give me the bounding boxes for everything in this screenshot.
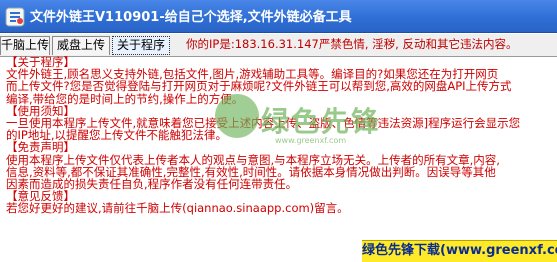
- disclaimer-text-line: 因素而造成的损失责任自负,程序作者没有任何连带责任。: [6, 177, 298, 192]
- feedback-text-line: 若您好更好的建议,请前往千脑上传(qiannao.sinaapp.com)留言。: [6, 201, 349, 216]
- about-text-line: 编译,带给您的是时间上的节约,操作上的方便。: [6, 91, 244, 106]
- window-title: 文件外链王V110901-给自己个选择,文件外链必备工具: [30, 10, 352, 25]
- app-icon: [4, 6, 26, 28]
- title-bar[interactable]: 文件外链王V110901-给自己个选择,文件外链必备工具: [0, 0, 557, 33]
- tab-weipan-upload[interactable]: 威盘上传: [52, 36, 110, 55]
- ip-notice: 你的IP是:183.16.31.147严禁色情, 淫秽, 反动和其它违法内容。: [186, 37, 518, 51]
- about-text-line: 而上传文件?您是否觉得登陆与打开网页对于麻烦呢?文件外链王可以帮到您,高效的网盘…: [6, 79, 512, 94]
- about-content: 【关于程序】 文件外链王,顾名思义支持外链,包括文件,图片,游戏辅助工具等。编译…: [6, 56, 551, 234]
- section-heading-disclaimer: 【免责声明】: [6, 140, 75, 155]
- tab-qiannao-upload[interactable]: 千脑上传: [0, 36, 50, 55]
- usage-text-line: 的IP地址,以提醒您上传文件不能触犯法律。: [6, 128, 227, 143]
- disclaimer-text-line: 使用本程序上传文件仅代表上传者本人的观点与意图,与本程序立场无关。上传者的所有文…: [6, 152, 500, 167]
- tab-about-program[interactable]: 关于程序: [112, 36, 170, 55]
- site-badge: 绿色先锋下载(www.greenxf.com): [362, 240, 557, 262]
